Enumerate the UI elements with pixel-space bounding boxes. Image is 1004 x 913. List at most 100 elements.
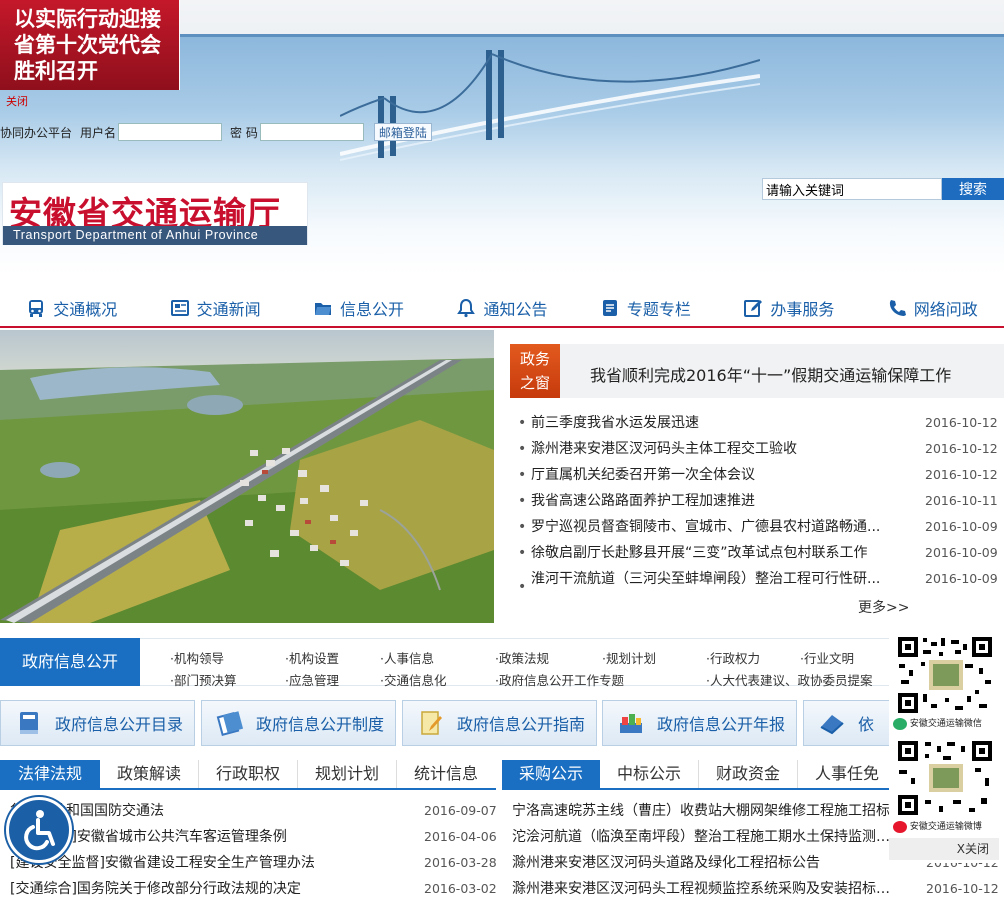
tab-appointments[interactable]: 人事任免 — [798, 760, 896, 788]
item-title[interactable]: 滁州港来安港区汊河码头道路及绿化工程招标公告 — [512, 850, 892, 876]
news-item[interactable]: • 滁州港来安港区汊河码头主体工程交工验收 2016-10-12 — [518, 436, 1004, 462]
password-input[interactable] — [259, 123, 364, 141]
news-date: 2016-10-12 — [925, 467, 998, 482]
nav-item-news[interactable]: 交通新闻 — [143, 290, 286, 326]
news-title[interactable]: 徐敬启副厅长赴黟县开展“三变”改革试点包村联系工作 — [531, 540, 896, 566]
gov-link[interactable]: ·人大代表建议、政协委员提案 — [706, 670, 872, 689]
tab-procurement[interactable]: 采购公示 — [502, 760, 600, 788]
badge-line2: 之窗 — [519, 374, 550, 392]
nav-label: 办事服务 — [770, 300, 835, 319]
tab-admin-powers[interactable]: 行政职权 — [199, 760, 298, 788]
bullet: • — [518, 579, 527, 595]
list-item[interactable]: 滁州港来安港区汊河码头工程视频监控系统采购及安装招标公告 2016-10-12 — [502, 876, 1004, 902]
list-item[interactable]: [交通综合]国务院关于修改部分行政法规的决定 2016-03-02 — [10, 876, 497, 902]
weibo-icon — [893, 820, 907, 833]
gov-info-title[interactable]: 政府信息公开 — [0, 638, 140, 686]
site-logo[interactable]: 安徽省交通运输厅 Transport Department of Anhui P… — [2, 182, 308, 245]
bus-icon — [29, 300, 44, 317]
gov-link[interactable]: ·行政权力 — [706, 648, 760, 667]
bullet: • — [518, 519, 527, 535]
tab-finance[interactable]: 财政资金 — [699, 760, 798, 788]
bridge-graphic — [340, 50, 760, 161]
news-date: 2016-10-12 — [925, 415, 998, 430]
news-item[interactable]: • 徐敬启副厅长赴黟县开展“三变”改革试点包村联系工作 2016-10-09 — [518, 540, 1004, 566]
news-list: • 前三季度我省水运发展迅速 2016-10-12 • 滁州港来安港区汊河码头主体工程… — [518, 410, 1004, 595]
tab-laws[interactable]: 法律法规 — [0, 760, 100, 788]
username-input[interactable] — [118, 123, 223, 141]
books-icon — [620, 714, 642, 733]
news-item[interactable]: • 前三季度我省水运发展迅速 2016-10-12 — [518, 410, 1004, 436]
gov-link[interactable]: ·部门预决算 — [170, 670, 236, 689]
news-title[interactable]: 罗宁巡视员督查铜陵市、宣城市、广德县农村道路畅通... — [531, 514, 896, 540]
info-annual-report-button[interactable]: 政府信息公开年报 — [602, 700, 797, 746]
wheelchair-icon — [24, 810, 55, 851]
info-catalog-button[interactable]: 政府信息公开目录 — [0, 700, 195, 746]
tab-planning[interactable]: 规划计划 — [298, 760, 397, 788]
gov-link[interactable]: ·应急管理 — [285, 670, 339, 689]
gov-link[interactable]: ·人事信息 — [380, 648, 434, 667]
gov-link[interactable]: ·交通信息化 — [380, 670, 446, 689]
news-item[interactable]: • 罗宁巡视员督查铜陵市、宣城市、广德县农村道路畅通... 2016-10-09 — [518, 514, 1004, 540]
item-date: 2016-09-07 — [424, 803, 497, 818]
tab-bid-winners[interactable]: 中标公示 — [600, 760, 699, 788]
list-item[interactable]: [建设安全监督]安徽省建设工程安全生产管理办法 2016-03-28 — [10, 850, 497, 876]
weibo-label: 安徽交通运输微博 — [893, 819, 982, 833]
news-item[interactable]: • 我省高速公路路面养护工程加速推进 2016-10-11 — [518, 488, 1004, 514]
gov-link[interactable]: ·政策法规 — [495, 648, 549, 667]
weibo-qr-code — [895, 738, 995, 818]
tab-policy-interpretation[interactable]: 政策解读 — [100, 760, 199, 788]
banner-close-button[interactable]: 关闭 — [6, 93, 28, 109]
item-title[interactable]: 滁州港来安港区汊河码头工程视频监控系统采购及安装招标公告 — [512, 876, 892, 902]
news-date: 2016-10-12 — [925, 441, 998, 456]
news-item[interactable]: • 厅直属机关纪委召开第一次全体会议 2016-10-12 — [518, 462, 1004, 488]
news-date: 2016-10-09 — [925, 571, 998, 586]
nav-item-notice[interactable]: 通知公告 — [430, 290, 573, 326]
list-item[interactable]: 华人民共和国国防交通法 2016-09-07 — [10, 798, 497, 824]
gov-window-badge: 政务 之窗 — [510, 344, 560, 398]
folder-icon — [315, 303, 332, 315]
gov-link[interactable]: ·机构设置 — [285, 648, 339, 667]
badge-line1: 政务 — [519, 350, 550, 368]
item-title[interactable]: 沱浍河航道（临涣至南坪段）整治工程施工期水土保持监测公告 — [512, 824, 892, 850]
platform-label: 协同办公平台 — [0, 125, 73, 140]
news-title[interactable]: 我省高速公路路面养护工程加速推进 — [531, 488, 896, 514]
search-button[interactable]: 搜索 — [942, 178, 1004, 200]
document-icon — [602, 300, 617, 316]
news-title[interactable]: 滁州港来安港区汊河码头主体工程交工验收 — [531, 436, 896, 462]
gov-link[interactable]: ·行业文明 — [800, 648, 854, 667]
featured-photo[interactable] — [0, 330, 494, 623]
login-form: 协同办公平台 用户名 密 码 邮箱登陆 — [0, 122, 432, 142]
nav-item-inquiry[interactable]: 网络问政 — [861, 290, 1004, 326]
gov-link[interactable]: ·规划计划 — [602, 648, 656, 667]
item-title[interactable]: 宁洛高速皖苏主线（曹庄）收费站大棚网架维修工程施工招标 — [512, 798, 892, 824]
logo-title-en: Transport Department of Anhui Province — [3, 226, 307, 245]
weixin-qr-code — [895, 634, 995, 716]
qr-close-button[interactable]: X关闭 — [889, 838, 999, 860]
headline-link[interactable]: 我省顺利完成2016年“十一”假期交通运输保障工作 — [590, 362, 951, 386]
nav-item-topics[interactable]: 专题专栏 — [574, 290, 717, 326]
info-guide-button[interactable]: 政府信息公开指南 — [402, 700, 597, 746]
info-policy-button[interactable]: 政府信息公开制度 — [201, 700, 396, 746]
gov-link[interactable]: ·机构领导 — [170, 648, 224, 667]
search-input[interactable] — [762, 178, 942, 200]
law-tabs: 法律法规 政策解读 行政职权 规划计划 统计信息 — [0, 760, 496, 790]
news-title[interactable]: 淮河干流航道（三河尖至蚌埠闸段）整治工程可行性研... — [531, 566, 896, 592]
weixin-label-text: 安徽交通运输微信 — [909, 719, 982, 729]
accessibility-button[interactable] — [6, 797, 72, 863]
newspaper-icon — [170, 300, 189, 316]
item-title[interactable]: [交通综合]国务院关于修改部分行政法规的决定 — [10, 876, 390, 902]
gov-link[interactable]: ·政府信息公开工作专题 — [495, 670, 624, 689]
more-link[interactable]: 更多>> — [858, 597, 909, 617]
news-title[interactable]: 厅直属机关纪委召开第一次全体会议 — [531, 462, 896, 488]
news-item[interactable]: • 淮河干流航道（三河尖至蚌埠闸段）整治工程可行性研... 2016-10-09 — [518, 566, 1004, 595]
list-item[interactable]: [运输管理]安徽省城市公共汽车客运管理条例 2016-04-06 — [10, 824, 497, 850]
news-title[interactable]: 前三季度我省水运发展迅速 — [531, 410, 896, 436]
nav-item-services[interactable]: 办事服务 — [717, 290, 860, 326]
nav-label: 网络问政 — [913, 300, 978, 319]
tab-statistics[interactable]: 统计信息 — [397, 760, 495, 788]
nav-item-overview[interactable]: 交通概况 — [0, 290, 143, 326]
banner-ad[interactable]: 以实际行动迎接省第十次党代会胜利召开 — [0, 0, 180, 90]
note-pencil-icon — [421, 711, 442, 735]
nav-item-info[interactable]: 信息公开 — [287, 290, 430, 326]
mail-login-button[interactable]: 邮箱登陆 — [373, 123, 432, 141]
